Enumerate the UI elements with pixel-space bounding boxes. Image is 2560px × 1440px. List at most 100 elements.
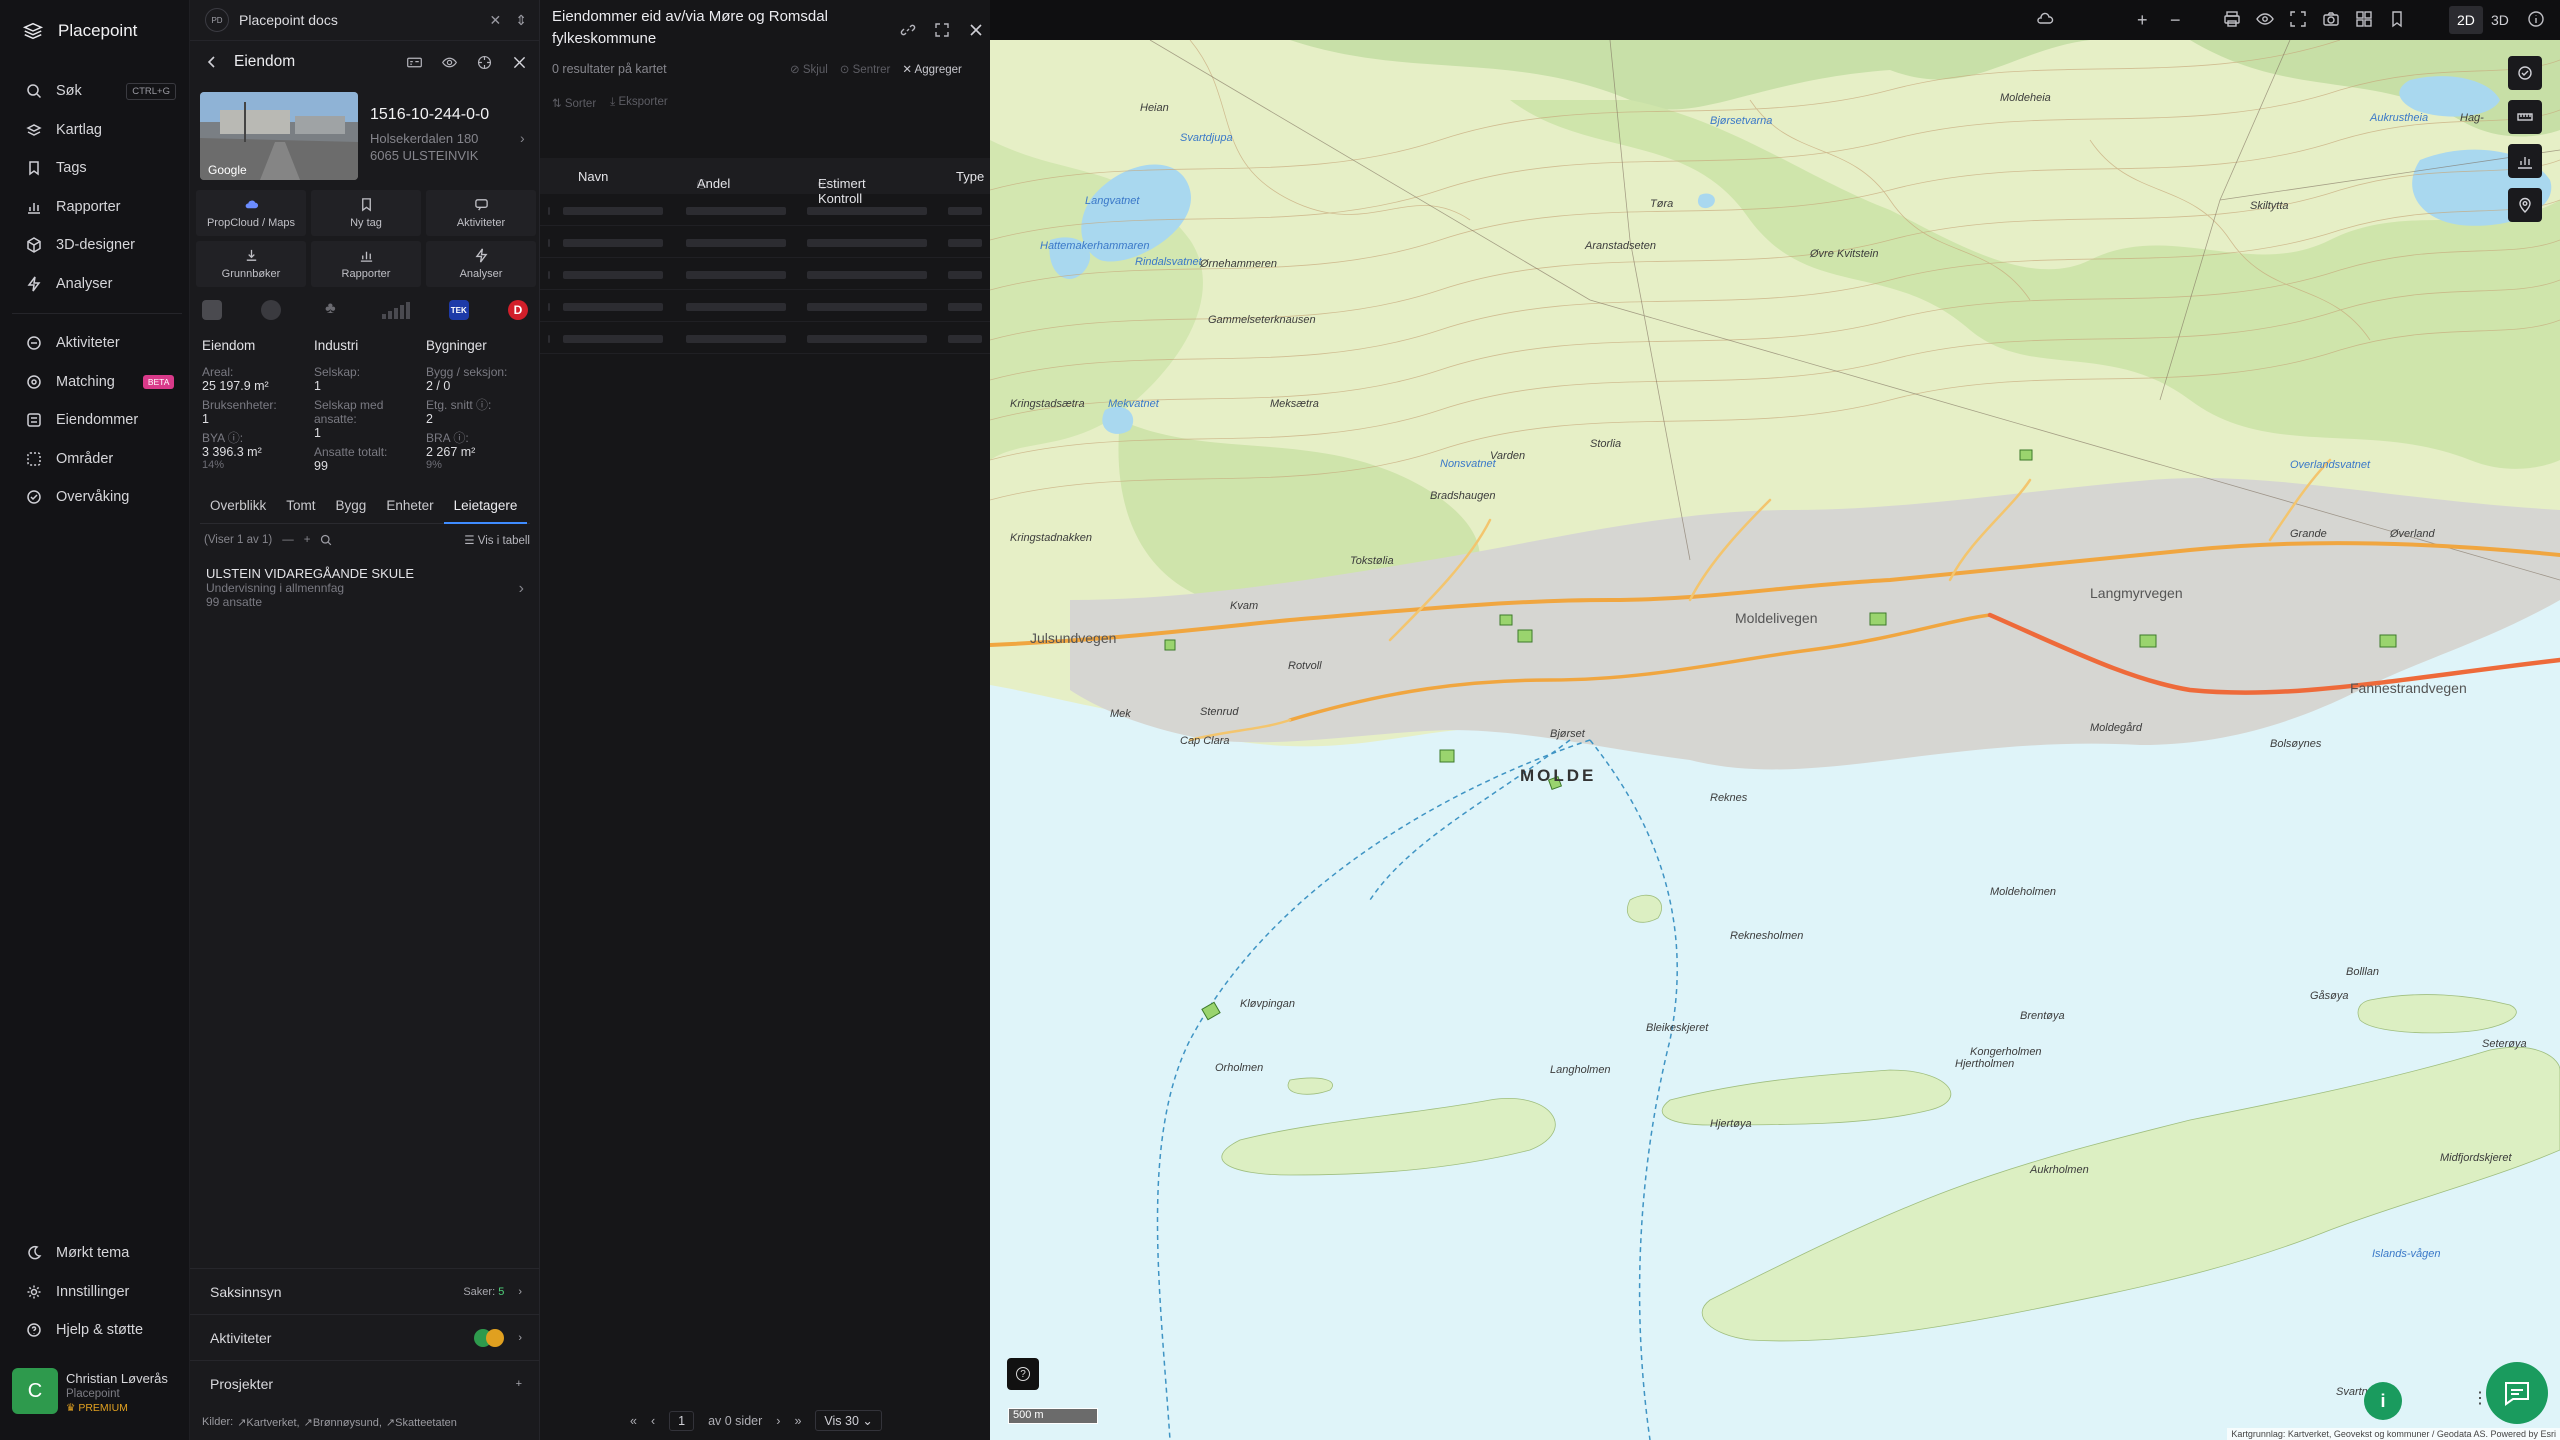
nav-item-areas[interactable]: Områder xyxy=(0,440,190,479)
eye-icon[interactable] xyxy=(441,54,458,71)
show-in-table-label: Vis i tabell xyxy=(477,535,530,547)
nav-item-matching[interactable]: Matching BETA xyxy=(0,363,190,402)
plus-icon[interactable]: + xyxy=(304,534,311,546)
activities-button[interactable]: Aktiviteter xyxy=(426,190,536,236)
cases-label: Saker: xyxy=(463,1285,496,1298)
aggregate-button[interactable]: ✕ Aggreger xyxy=(902,62,962,76)
map-view[interactable]: Heian Svartdjupa Moldeheia Hag- Bjørsetvarna… xyxy=(990,40,2560,1440)
column-header-name[interactable]: Navn xyxy=(578,169,608,184)
zoom-in-button[interactable]: + xyxy=(2137,10,2148,31)
nav-item-monitoring[interactable]: Overvåking xyxy=(0,478,190,517)
chart-tool-button[interactable] xyxy=(2508,144,2542,178)
back-icon[interactable] xyxy=(204,54,220,70)
signal-bars-icon[interactable] xyxy=(380,300,410,320)
export-button[interactable]: ⤓ Eksporter xyxy=(610,96,668,110)
accordion-projects[interactable]: Prosjekter + xyxy=(190,1360,540,1406)
close-icon[interactable] xyxy=(968,22,984,38)
measure-tool-button[interactable] xyxy=(2508,100,2542,134)
nav-item-properties[interactable]: Eiendommer xyxy=(0,401,190,440)
map-help-button[interactable]: ? xyxy=(1007,1358,1039,1390)
close-icon[interactable] xyxy=(511,54,528,71)
minus-icon[interactable]: — xyxy=(282,534,294,546)
bookmark-icon[interactable] xyxy=(2388,10,2406,33)
next-page-icon[interactable]: › xyxy=(776,1414,780,1428)
land-registry-button[interactable]: Grunnbøker xyxy=(196,241,306,287)
nav-item-reports[interactable]: Rapporter xyxy=(0,188,190,227)
propcloud-button[interactable]: PropCloud / Maps xyxy=(196,190,306,236)
map-place-label: Tøra xyxy=(1650,198,1674,210)
globe-icon[interactable] xyxy=(261,300,282,320)
plant-icon[interactable]: ♣ xyxy=(320,300,340,320)
stats-header: Bygninger xyxy=(426,338,487,353)
close-icon[interactable]: ✕ xyxy=(490,12,502,29)
street-view-photo[interactable]: Google xyxy=(200,92,358,180)
link-icon[interactable] xyxy=(900,22,916,38)
source-link[interactable]: ↗Brønnøysund, xyxy=(304,1416,382,1429)
camera-icon[interactable] xyxy=(2322,10,2340,33)
doc-selector[interactable]: PD Placepoint docs ✕ ⇕ xyxy=(205,6,527,34)
accordion-activities[interactable]: Aktiviteter › xyxy=(190,1314,540,1360)
crosshair-icon[interactable] xyxy=(476,54,493,71)
tab-buildings[interactable]: Bygg xyxy=(326,498,377,524)
expand-collapse-icon[interactable]: ⇕ xyxy=(515,12,527,29)
sort-button[interactable]: ⇅ Sorter xyxy=(552,96,596,110)
first-page-icon[interactable]: « xyxy=(630,1414,637,1428)
new-tag-button[interactable]: Ny tag xyxy=(311,190,421,236)
last-page-icon[interactable]: » xyxy=(794,1414,801,1428)
cloud-icon xyxy=(245,200,258,209)
fullscreen-icon[interactable] xyxy=(2289,10,2307,33)
info-button[interactable]: i xyxy=(2364,1382,2402,1420)
page-size-select[interactable]: Vis 30 ⌄ xyxy=(815,1410,882,1431)
weather-icon[interactable] xyxy=(2036,10,2054,33)
column-header-type[interactable]: Type xyxy=(956,169,984,184)
stats-header: Eiendom xyxy=(202,338,256,353)
nav-item-activities[interactable]: Aktiviteter xyxy=(0,324,190,363)
chat-support-button[interactable] xyxy=(2486,1362,2548,1424)
tab-tenants[interactable]: Leietagere xyxy=(443,498,528,524)
stat-label: Bruksenheter: xyxy=(202,398,277,412)
list-item[interactable]: ULSTEIN VIDAREGÅANDE SKULE Undervisning … xyxy=(206,566,524,609)
locate-tool-button[interactable] xyxy=(2508,188,2542,222)
print-icon[interactable] xyxy=(2223,10,2241,33)
mode-2d-button[interactable]: 2D xyxy=(2449,6,2483,34)
d-logo[interactable]: D xyxy=(507,300,528,320)
nav-item-tags[interactable]: Tags xyxy=(0,149,190,188)
chevron-right-icon[interactable]: › xyxy=(520,130,525,146)
show-in-table-button[interactable]: ☰ Vis i tabell xyxy=(464,533,530,547)
nav-item-dark-theme[interactable]: Mørkt tema xyxy=(0,1234,190,1273)
plus-icon[interactable]: + xyxy=(516,1378,522,1390)
prev-page-icon[interactable]: ‹ xyxy=(651,1414,655,1428)
accordion-saksinnsyn[interactable]: Saksinnsyn Saker: 5 › xyxy=(190,1268,540,1314)
mode-3d-button[interactable]: 3D xyxy=(2483,6,2517,34)
draw-tool-button[interactable] xyxy=(2508,56,2542,90)
tab-overview[interactable]: Overblikk xyxy=(200,498,276,524)
tab-lot[interactable]: Tomt xyxy=(276,498,325,524)
source-icon-1[interactable] xyxy=(202,300,222,320)
source-link[interactable]: ↗Skatteetaten xyxy=(386,1416,457,1429)
nav-item-search[interactable]: Søk CTRL+G xyxy=(0,72,190,111)
nav-item-analyses[interactable]: Analyser xyxy=(0,265,190,304)
center-button[interactable]: ⊙ Sentrer xyxy=(840,62,891,76)
reports-button[interactable]: Rapporter xyxy=(311,241,421,287)
nav-item-layers[interactable]: Kartlag xyxy=(0,111,190,150)
fullscreen-icon[interactable] xyxy=(934,22,950,38)
source-link[interactable]: ↗Kartverket, xyxy=(237,1416,299,1429)
search-icon[interactable] xyxy=(320,534,332,546)
stat-percent: 9% xyxy=(426,459,442,471)
id-card-icon[interactable] xyxy=(406,54,423,71)
info-icon[interactable] xyxy=(2527,10,2545,33)
eye-icon[interactable] xyxy=(2256,10,2274,33)
nav-item-help[interactable]: Hjelp & støtte xyxy=(0,1311,190,1350)
stat-label: Bygg / seksjon: xyxy=(426,365,508,379)
hide-button[interactable]: ⊘ Skjul xyxy=(790,62,828,76)
tab-units[interactable]: Enheter xyxy=(376,498,443,524)
page-input[interactable]: 1 xyxy=(669,1410,695,1431)
grid-icon[interactable] xyxy=(2355,10,2373,33)
zoom-out-button[interactable]: − xyxy=(2170,10,2181,31)
tek-logo[interactable]: TEK xyxy=(448,300,469,320)
nav-item-settings[interactable]: Innstillinger xyxy=(0,1273,190,1312)
brand[interactable]: Placepoint xyxy=(22,20,137,42)
user-profile[interactable]: C Christian Løverås Placepoint ♛ PREMIUM xyxy=(12,1368,168,1414)
nav-item-3d-designer[interactable]: 3D-designer xyxy=(0,226,190,265)
analyses-button[interactable]: Analyser xyxy=(426,241,536,287)
